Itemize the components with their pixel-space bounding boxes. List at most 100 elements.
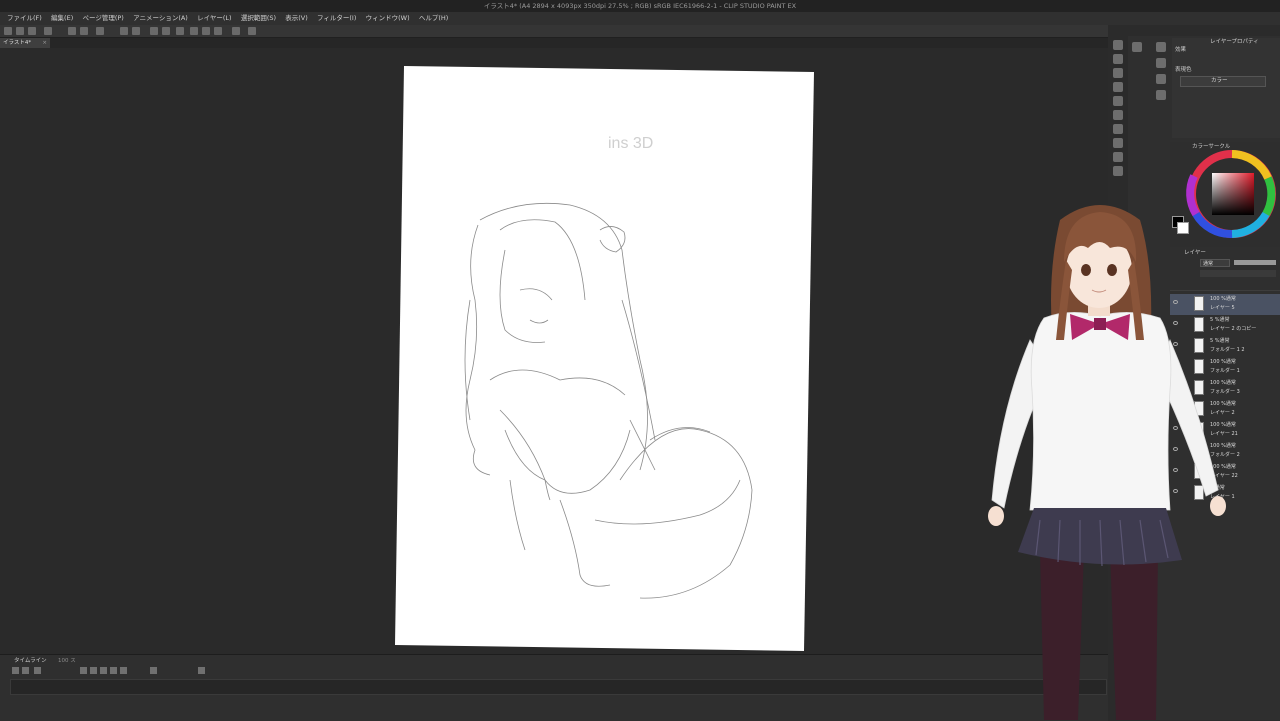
next-frame-icon[interactable] <box>110 667 117 674</box>
fill-tool-icon[interactable] <box>1113 96 1123 106</box>
invert-selection-icon[interactable] <box>162 27 170 35</box>
layer-row[interactable]: 100 %通常 レイヤー 2 <box>1170 399 1280 420</box>
pen-pressure-icon[interactable] <box>232 27 240 35</box>
layer-row[interactable]: %通常 レイヤー 1 <box>1170 483 1280 504</box>
layer-name: レイヤー 21 <box>1210 431 1238 437</box>
new-timeline-icon[interactable] <box>12 667 19 674</box>
menu-edit[interactable]: 編集(E) <box>51 12 73 25</box>
layer-name: レイヤー 2 <box>1210 410 1235 416</box>
gradient-tool-icon[interactable] <box>1113 110 1123 120</box>
tool-property-icon[interactable] <box>1156 74 1166 84</box>
layer-name: フォルダー 3 <box>1210 389 1240 395</box>
figure-tool-icon[interactable] <box>1113 124 1123 134</box>
timeline-tab[interactable]: タイムライン <box>14 657 47 666</box>
canvas-area[interactable] <box>0 48 1108 654</box>
eye-icon[interactable] <box>1173 300 1178 304</box>
timeline-track[interactable] <box>10 679 1107 695</box>
menu-view[interactable]: 表示(V) <box>285 12 308 25</box>
layer-row[interactable]: 5 %通常 フォルダー 1 2 <box>1170 336 1280 357</box>
menu-page[interactable]: ページ管理(P) <box>82 12 123 25</box>
window-title: イラスト4* (A4 2894 x 4093px 350dpi 27.5% ; … <box>483 2 797 10</box>
snap-ruler-icon[interactable] <box>190 27 198 35</box>
close-icon[interactable] <box>1156 42 1166 52</box>
menu-window[interactable]: ウィンドウ(W) <box>366 12 410 25</box>
blend-tool-icon[interactable] <box>1113 82 1123 92</box>
eye-icon[interactable] <box>1173 426 1178 430</box>
layer-row[interactable]: 100 %通常 フォルダー 2 <box>1170 441 1280 462</box>
eye-icon[interactable] <box>1173 405 1178 409</box>
eraser-tool-icon[interactable] <box>1113 68 1123 78</box>
menu-layer[interactable]: レイヤー(L) <box>197 12 232 25</box>
deselect-icon[interactable] <box>150 27 158 35</box>
layer-row[interactable]: 100 %通常 レイヤー 21 <box>1170 420 1280 441</box>
layer-opacity-blend: 100 %通常 <box>1210 359 1236 365</box>
layer-row[interactable]: 100 %通常 レイヤー 22 <box>1170 462 1280 483</box>
layer-property-tab[interactable]: レイヤープロパティ <box>1210 38 1259 47</box>
menu-animation[interactable]: アニメーション(A) <box>133 12 188 25</box>
document-tab[interactable]: イラスト4* × <box>0 38 50 48</box>
new-file-icon[interactable] <box>4 27 12 35</box>
layer-row[interactable]: 5 %通常 レイヤー 2 のコピー <box>1170 315 1280 336</box>
onion-skin-icon[interactable] <box>150 667 157 674</box>
last-frame-icon[interactable] <box>120 667 127 674</box>
menu-file[interactable]: ファイル(F) <box>7 12 42 25</box>
layer-thumbnail <box>1194 443 1204 458</box>
save-icon[interactable] <box>28 27 36 35</box>
prev-frame-icon[interactable] <box>90 667 97 674</box>
layer-name: フォルダー 1 <box>1210 368 1240 374</box>
layer-row[interactable]: 100 %通常 フォルダー 1 <box>1170 357 1280 378</box>
undo-icon[interactable] <box>68 27 76 35</box>
new-cel-icon[interactable] <box>34 667 41 674</box>
balloon-tool-icon[interactable] <box>1113 152 1123 162</box>
transform-icon[interactable] <box>132 27 140 35</box>
sub-tool-icon[interactable] <box>1156 58 1166 68</box>
eye-icon[interactable] <box>1173 321 1178 325</box>
settings-icon[interactable] <box>96 27 104 35</box>
eye-icon[interactable] <box>1173 363 1178 367</box>
layer-thumbnail <box>1194 359 1204 374</box>
eye-icon[interactable] <box>1173 342 1178 346</box>
layer-row[interactable]: 100 %通常 レイヤー 5 <box>1170 294 1280 315</box>
pen-tool-icon[interactable] <box>1113 40 1123 50</box>
open-file-icon[interactable] <box>16 27 24 35</box>
layer-toolbar <box>1200 270 1276 277</box>
timeline-panel: タイムライン 100 ス <box>0 654 1108 721</box>
snap-special-icon[interactable] <box>214 27 222 35</box>
crop-icon[interactable] <box>176 27 184 35</box>
snap-grid-icon[interactable] <box>202 27 210 35</box>
opacity-slider[interactable] <box>1234 260 1276 265</box>
layer-thumbnail <box>1194 296 1204 311</box>
expression-color-select[interactable]: カラー <box>1180 76 1266 87</box>
expression-color-value: カラー <box>1211 78 1228 84</box>
export-icon[interactable] <box>44 27 52 35</box>
timeline-tab-secondary[interactable]: 100 ス <box>58 657 76 666</box>
menu-selection[interactable]: 選択範囲(S) <box>241 12 276 25</box>
first-frame-icon[interactable] <box>80 667 87 674</box>
close-icon[interactable]: × <box>42 38 47 48</box>
eye-icon[interactable] <box>1173 384 1178 388</box>
effect-tab[interactable]: 効果 <box>1175 46 1186 55</box>
keyframe-icon[interactable] <box>198 667 205 674</box>
sub-color-swatch[interactable] <box>1177 222 1189 234</box>
brush-tool-icon[interactable] <box>1113 54 1123 64</box>
eye-icon[interactable] <box>1173 489 1178 493</box>
play-icon[interactable] <box>100 667 107 674</box>
edit-timeline-icon[interactable] <box>22 667 29 674</box>
fill-icon[interactable] <box>120 27 128 35</box>
layer-row[interactable]: 100 %通常 フォルダー 3 <box>1170 378 1280 399</box>
navigator-icon[interactable] <box>1132 42 1142 52</box>
eye-icon[interactable] <box>1173 447 1178 451</box>
brush-size-icon[interactable] <box>1156 90 1166 100</box>
expression-color-label: 表現色 <box>1175 67 1192 73</box>
menu-filter[interactable]: フィルター(I) <box>317 12 356 25</box>
command-bar <box>0 25 1108 38</box>
blend-mode-select[interactable]: 通常 <box>1200 259 1230 267</box>
ruler-tool-icon[interactable] <box>1113 166 1123 176</box>
redo-icon[interactable] <box>80 27 88 35</box>
text-tool-icon[interactable] <box>1113 138 1123 148</box>
color-swap-icon[interactable] <box>248 27 256 35</box>
eye-icon[interactable] <box>1173 468 1178 472</box>
layer-name: フォルダー 1 2 <box>1210 347 1245 353</box>
menu-help[interactable]: ヘルプ(H) <box>419 12 448 25</box>
color-wheel-panel: カラーサークル <box>1170 142 1280 247</box>
